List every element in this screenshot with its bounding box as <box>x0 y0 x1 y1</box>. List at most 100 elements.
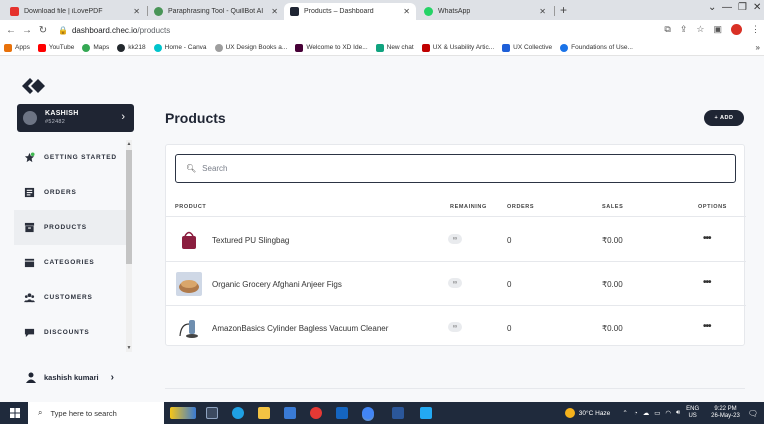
column-header-product: PRODUCT <box>175 204 207 210</box>
tab-search-chevron-icon[interactable]: ⌄ <box>708 2 716 13</box>
wifi-icon[interactable]: ◠ <box>665 409 671 417</box>
bookmark-new-chat[interactable]: New chat <box>375 43 414 52</box>
battery-icon[interactable]: ▭ <box>654 409 660 417</box>
bookmark-label: Maps <box>93 44 110 51</box>
bookmark-xd[interactable]: Welcome to XD Ide... <box>295 43 368 52</box>
table-row[interactable]: Organic Grocery Afghani Anjeer Figs ∞ 0 … <box>166 262 746 306</box>
onedrive-icon[interactable]: ☁ <box>643 409 650 417</box>
new-tab-button[interactable]: + <box>560 3 567 17</box>
back-arrow-icon[interactable]: ← <box>6 25 16 36</box>
task-view-icon[interactable] <box>206 407 218 419</box>
weather-text[interactable]: 30°C Haze <box>579 410 611 417</box>
profile-avatar-icon[interactable] <box>731 24 742 35</box>
browser-tab-bar: Download file | iLovePDF ✕ Paraphrasing … <box>0 0 764 20</box>
close-tab-icon[interactable]: ✕ <box>403 7 410 16</box>
sidebar-item-discounts[interactable]: DISCOUNTS <box>14 315 126 350</box>
language-indicator[interactable]: ENG US <box>686 406 699 420</box>
close-tab-icon[interactable]: ✕ <box>271 7 278 16</box>
browser-tab-products-dashboard[interactable]: Products – Dashboard ✕ <box>284 3 416 20</box>
browser-tab-quillbot[interactable]: Paraphrasing Tool - QuillBot AI ✕ <box>148 3 284 20</box>
forward-arrow-icon[interactable]: → <box>22 25 32 36</box>
bookmark-youtube[interactable]: YouTube <box>37 43 74 52</box>
sidebar-item-getting-started[interactable]: GETTING STARTED <box>14 140 126 175</box>
maximize-icon[interactable]: ❐ <box>738 2 747 13</box>
close-window-icon[interactable]: ✕ <box>753 2 761 13</box>
bookmark-maps[interactable]: Maps <box>82 43 110 52</box>
row-options-button[interactable]: ••• <box>703 233 711 244</box>
file-explorer-icon[interactable] <box>258 407 270 419</box>
bookmark-canva[interactable]: Home - Canva <box>153 43 207 52</box>
product-name[interactable]: AmazonBasics Cylinder Bagless Vacuum Cle… <box>212 324 388 333</box>
mail-icon[interactable] <box>336 407 348 419</box>
sidebar-scrollbar-thumb[interactable] <box>126 150 132 264</box>
column-header-remaining: REMAINING <box>450 204 487 210</box>
tab-title: Paraphrasing Tool - QuillBot AI <box>168 8 264 15</box>
chrome-icon[interactable] <box>362 407 374 419</box>
product-name[interactable]: Organic Grocery Afghani Anjeer Figs <box>212 280 342 289</box>
share-icon[interactable]: ⇪ <box>680 24 688 35</box>
search-field[interactable]: 🔍︎ <box>175 154 736 183</box>
side-panel-icon[interactable]: ▣ <box>713 24 722 35</box>
system-tray: 30°C Haze ⌃ ◔ ☁ ▭ ◠ 🔊︎ ENG US 9:22 PM 26… <box>564 402 764 424</box>
install-app-icon[interactable]: ⧉ <box>664 24 670 35</box>
store-icon[interactable] <box>284 407 296 419</box>
close-tab-icon[interactable]: ✕ <box>539 7 546 16</box>
clock-time: 9:22 PM <box>714 406 737 412</box>
close-tab-icon[interactable]: ✕ <box>133 7 140 16</box>
avatar <box>23 111 37 125</box>
bottom-user-name: kashish kumari <box>44 373 99 382</box>
sidebar-item-categories[interactable]: CATEGORIES <box>14 245 126 280</box>
chec-logo-icon[interactable] <box>20 76 46 96</box>
sidebar-scrollbar[interactable]: ▲ ▼ <box>126 140 132 352</box>
browser-tab-whatsapp[interactable]: WhatsApp ✕ <box>418 3 552 20</box>
more-bookmarks-icon[interactable]: » <box>756 43 760 52</box>
bookmark-label: UX & Usability Artic... <box>432 44 495 51</box>
sidebar-item-label: GETTING STARTED <box>44 154 117 161</box>
sidebar: KASHISH #52482 › GETTING STARTED ORDERS … <box>0 56 146 402</box>
sidebar-item-orders[interactable]: ORDERS <box>14 175 126 210</box>
minimize-icon[interactable]: — <box>722 2 732 13</box>
clock[interactable]: 9:22 PM 26-May-23 <box>711 406 740 420</box>
scroll-up-icon[interactable]: ▲ <box>126 141 132 147</box>
bookmark-kk218[interactable]: kk218 <box>117 43 146 52</box>
url-field[interactable]: dashboard.chec.io/products <box>72 26 170 35</box>
browser-menu-icon[interactable]: ⋮ <box>751 24 760 35</box>
row-options-button[interactable]: ••• <box>703 277 711 288</box>
edge-icon[interactable] <box>232 407 244 419</box>
windows-start-icon[interactable] <box>10 408 20 418</box>
word-icon[interactable] <box>392 407 404 419</box>
table-row[interactable]: AmazonBasics Cylinder Bagless Vacuum Cle… <box>166 306 746 350</box>
bookmark-label: New chat <box>386 44 414 51</box>
bookmark-star-icon[interactable]: ☆ <box>696 24 704 35</box>
add-product-button[interactable]: + ADD <box>704 110 744 126</box>
lock-icon[interactable]: 🔒 <box>58 26 68 35</box>
scroll-down-icon[interactable]: ▼ <box>126 345 132 351</box>
row-options-button[interactable]: ••• <box>703 321 711 332</box>
widgets-icon[interactable] <box>170 407 196 419</box>
bookmark-nng[interactable]: UX & Usability Artic... <box>421 43 495 52</box>
bottom-user-menu[interactable]: kashish kumari › <box>26 372 114 383</box>
vscode-icon[interactable] <box>420 407 432 419</box>
bookmark-ux-collective[interactable]: UX Collective <box>502 43 552 52</box>
reload-icon[interactable]: ↻ <box>38 25 48 36</box>
globe-icon <box>214 43 223 52</box>
sidebar-item-products[interactable]: PRODUCTS <box>14 210 126 245</box>
search-input[interactable] <box>202 164 603 173</box>
sidebar-item-customers[interactable]: CUSTOMERS <box>14 280 126 315</box>
user-account-card[interactable]: KASHISH #52482 › <box>17 104 134 132</box>
bookmark-label: Welcome to XD Ide... <box>306 44 368 51</box>
bookmark-ux-books[interactable]: UX Design Books a... <box>214 43 287 52</box>
volume-icon[interactable]: 🔊︎ <box>676 409 680 417</box>
sidebar-item-label: CUSTOMERS <box>44 294 93 301</box>
categories-icon <box>24 258 35 268</box>
bookmark-apps[interactable]: Apps <box>4 43 30 52</box>
network-icon[interactable]: ◔ <box>634 410 638 417</box>
table-row[interactable]: Textured PU Slingbag ∞ 0 ₹0.00 ••• <box>166 218 746 262</box>
taskbar-search[interactable]: ⌕ Type here to search <box>28 402 164 424</box>
media-app-icon[interactable] <box>310 407 322 419</box>
bookmark-foundations[interactable]: Foundations of Use... <box>560 43 633 52</box>
tray-overflow-icon[interactable]: ⌃ <box>622 409 627 417</box>
notifications-icon[interactable]: 🗨︎ <box>748 409 758 418</box>
browser-tab-ilovepdf[interactable]: Download file | iLovePDF ✕ <box>4 3 146 20</box>
product-name[interactable]: Textured PU Slingbag <box>212 236 289 245</box>
